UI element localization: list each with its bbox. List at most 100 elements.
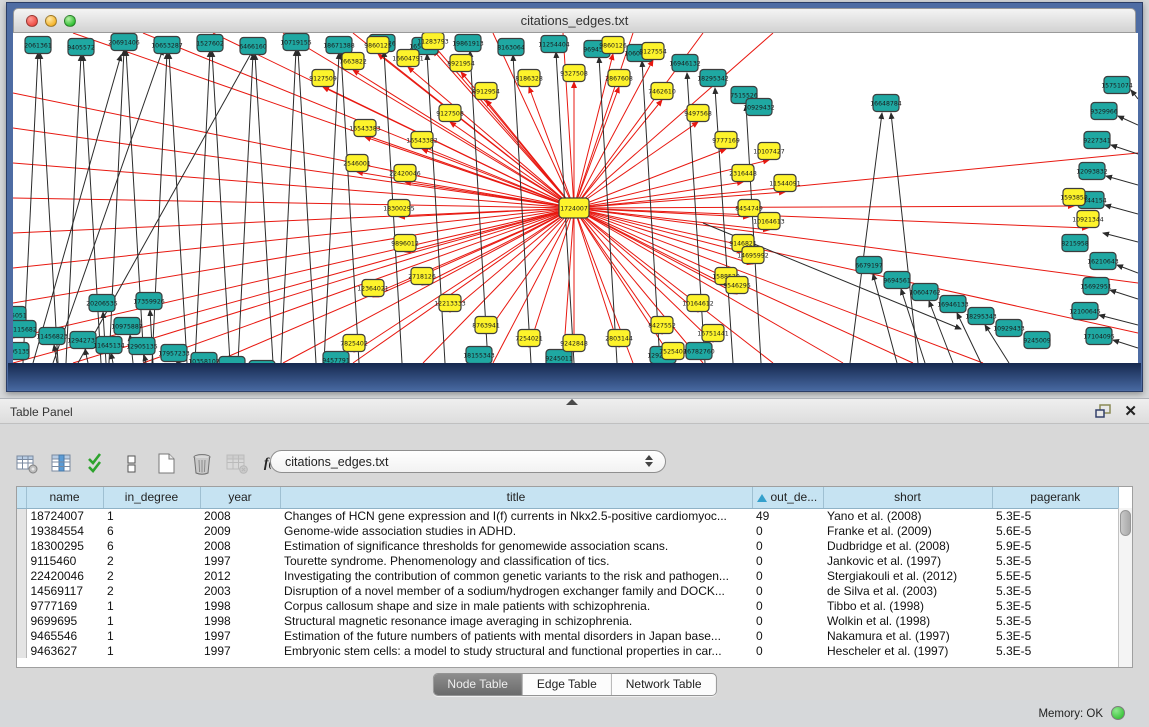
table-cell[interactable]: Estimation of significance thresholds fo… bbox=[280, 538, 752, 553]
graph-node[interactable]: 10975887 bbox=[111, 318, 143, 335]
graph-node[interactable]: 9497568 bbox=[684, 105, 712, 122]
graph-node[interactable]: 9860126 bbox=[599, 37, 627, 54]
table-cell[interactable]: 1 bbox=[103, 628, 200, 643]
graph-node[interactable]: 16648784 bbox=[870, 95, 902, 112]
table-row[interactable]: 1456911722003Disruption of a novel membe… bbox=[17, 583, 1119, 598]
graph-node[interactable]: 8215958 bbox=[1061, 235, 1089, 252]
network-view-window[interactable]: citations_edges.txt 20613619405572206914… bbox=[6, 2, 1143, 392]
table-cell[interactable]: 1997 bbox=[200, 643, 280, 658]
table-cell[interactable]: Stergiakouli et al. (2012) bbox=[823, 568, 992, 583]
tab-node-table[interactable]: Node Table bbox=[433, 674, 522, 695]
table-columns-icon[interactable] bbox=[49, 451, 75, 477]
graph-node[interactable]: 9546295 bbox=[723, 277, 751, 294]
graph-node[interactable]: 10164612 bbox=[682, 295, 714, 312]
graph-node[interactable]: 17104095 bbox=[1083, 328, 1115, 345]
table-cell[interactable]: 2 bbox=[103, 553, 200, 568]
table-row[interactable]: 1872400712008Changes of HCN gene express… bbox=[17, 508, 1119, 523]
table-cell[interactable]: 9777169 bbox=[26, 598, 103, 613]
table-cell[interactable]: 2009 bbox=[200, 523, 280, 538]
graph-node[interactable]: 16543383 bbox=[349, 120, 381, 137]
graph-node[interactable]: 10929432 bbox=[743, 99, 775, 116]
graph-node[interactable]: 1724007 bbox=[559, 198, 589, 218]
graph-node[interactable]: 10164613 bbox=[753, 213, 785, 230]
graph-node[interactable]: 7525402 bbox=[659, 343, 687, 360]
network-window-titlebar[interactable]: citations_edges.txt bbox=[13, 8, 1136, 33]
graph-node[interactable]: 22420046 bbox=[389, 165, 421, 182]
splitter-collapse-icon[interactable] bbox=[566, 399, 578, 405]
table-cell[interactable]: 18300295 bbox=[26, 538, 103, 553]
graph-node[interactable]: 1115682 bbox=[13, 321, 37, 338]
graph-node[interactable]: 11645134 bbox=[93, 337, 125, 354]
graph-node[interactable]: 8127554 bbox=[639, 43, 667, 60]
graph-node[interactable]: 2316448 bbox=[729, 165, 757, 182]
table-cell[interactable]: Tibbo et al. (1998) bbox=[823, 598, 992, 613]
graph-node[interactable]: 16782760 bbox=[683, 343, 715, 360]
table-cell[interactable]: 2 bbox=[103, 568, 200, 583]
table-cell[interactable]: 0 bbox=[752, 598, 823, 613]
table-row[interactable]: 1830029562008Estimation of significance … bbox=[17, 538, 1119, 553]
graph-node[interactable]: 10929433 bbox=[993, 320, 1025, 337]
table-cell[interactable]: 5.3E-5 bbox=[992, 613, 1119, 628]
graph-node[interactable]: 8186328 bbox=[515, 70, 543, 87]
graph-node[interactable]: 11254404 bbox=[538, 36, 570, 53]
table-cell[interactable]: 6 bbox=[103, 538, 200, 553]
new-table-icon[interactable] bbox=[154, 451, 180, 477]
table-cell[interactable]: 0 bbox=[752, 538, 823, 553]
table-cell[interactable]: Franke et al. (2009) bbox=[823, 523, 992, 538]
graph-node[interactable]: 12093832 bbox=[1076, 163, 1108, 180]
table-cell[interactable]: Estimation of the future numbers of pati… bbox=[280, 628, 752, 643]
table-cell[interactable]: 5.3E-5 bbox=[992, 508, 1119, 523]
table-cell[interactable]: 5.5E-5 bbox=[992, 568, 1119, 583]
table-row[interactable]: 911546021997Tourette syndrome. Phenomeno… bbox=[17, 553, 1119, 568]
table-cell[interactable]: Tourette syndrome. Phenomenology and cla… bbox=[280, 553, 752, 568]
table-cell[interactable]: Corpus callosum shape and size in male p… bbox=[280, 598, 752, 613]
graph-node[interactable]: 9860125 bbox=[364, 37, 392, 54]
graph-node[interactable]: 10604762 bbox=[909, 284, 941, 301]
table-cell[interactable]: 0 bbox=[752, 628, 823, 643]
table-cell[interactable]: 19384554 bbox=[26, 523, 103, 538]
graph-node[interactable]: 9329966 bbox=[1090, 103, 1118, 120]
graph-node[interactable]: 12213333 bbox=[434, 295, 466, 312]
graph-node[interactable]: 1527602 bbox=[196, 35, 224, 52]
column-header-in_degree[interactable]: in_degree bbox=[103, 487, 200, 508]
node-table[interactable]: namein_degreeyeartitleout_de...shortpage… bbox=[16, 486, 1133, 668]
table-cell[interactable]: 1 bbox=[103, 643, 200, 658]
table-cell[interactable]: Jankovic et al. (1997) bbox=[823, 553, 992, 568]
close-panel-icon[interactable]: ✕ bbox=[1124, 405, 1137, 419]
graph-node[interactable]: 9896012 bbox=[391, 235, 419, 252]
table-cell[interactable]: Yano et al. (2008) bbox=[823, 508, 992, 523]
graph-node[interactable]: 16604791 bbox=[392, 50, 424, 67]
table-cell[interactable]: 49 bbox=[752, 508, 823, 523]
graph-node[interactable]: 19861913 bbox=[452, 35, 484, 52]
graph-node[interactable]: 7825402 bbox=[340, 335, 368, 352]
graph-node[interactable]: 15751074 bbox=[1101, 77, 1133, 94]
table-cell[interactable]: 5.6E-5 bbox=[992, 523, 1119, 538]
table-cell[interactable]: 1998 bbox=[200, 613, 280, 628]
graph-node[interactable]: 12905135 bbox=[126, 338, 158, 355]
table-cell[interactable]: 0 bbox=[752, 553, 823, 568]
table-cell[interactable]: 18724007 bbox=[26, 508, 103, 523]
graph-node[interactable]: 11456823 bbox=[36, 328, 68, 345]
graph-node[interactable]: 2718126 bbox=[408, 268, 436, 285]
graph-node[interactable]: 6679197 bbox=[855, 257, 883, 274]
table-cell[interactable]: 5.3E-5 bbox=[992, 643, 1119, 658]
graph-node[interactable]: 18155343 bbox=[463, 347, 495, 364]
graph-node[interactable]: 18295342 bbox=[697, 70, 729, 87]
table-cell[interactable]: Disruption of a novel member of a sodium… bbox=[280, 583, 752, 598]
table-cell[interactable]: 2003 bbox=[200, 583, 280, 598]
table-row[interactable]: 946554611997Estimation of the future num… bbox=[17, 628, 1119, 643]
table-cell[interactable]: 1997 bbox=[200, 553, 280, 568]
network-table-select[interactable]: citations_edges.txt bbox=[270, 450, 666, 473]
graph-node[interactable]: 9127508 bbox=[436, 105, 464, 122]
graph-node[interactable]: 15692951 bbox=[1080, 278, 1112, 295]
table-cell[interactable]: 9463627 bbox=[26, 643, 103, 658]
table-row[interactable]: 946362711997Embryonic stem cells: a mode… bbox=[17, 643, 1119, 658]
graph-node[interactable]: 16210643 bbox=[1087, 253, 1119, 270]
delete-table-icon[interactable] bbox=[189, 451, 215, 477]
graph-node[interactable]: 16751441 bbox=[697, 325, 729, 342]
table-cell[interactable]: 1 bbox=[103, 613, 200, 628]
table-cell[interactable]: 9115460 bbox=[26, 553, 103, 568]
column-header-year[interactable]: year bbox=[200, 487, 280, 508]
graph-node[interactable]: 9327508 bbox=[560, 65, 588, 82]
column-header-short[interactable]: short bbox=[823, 487, 992, 508]
